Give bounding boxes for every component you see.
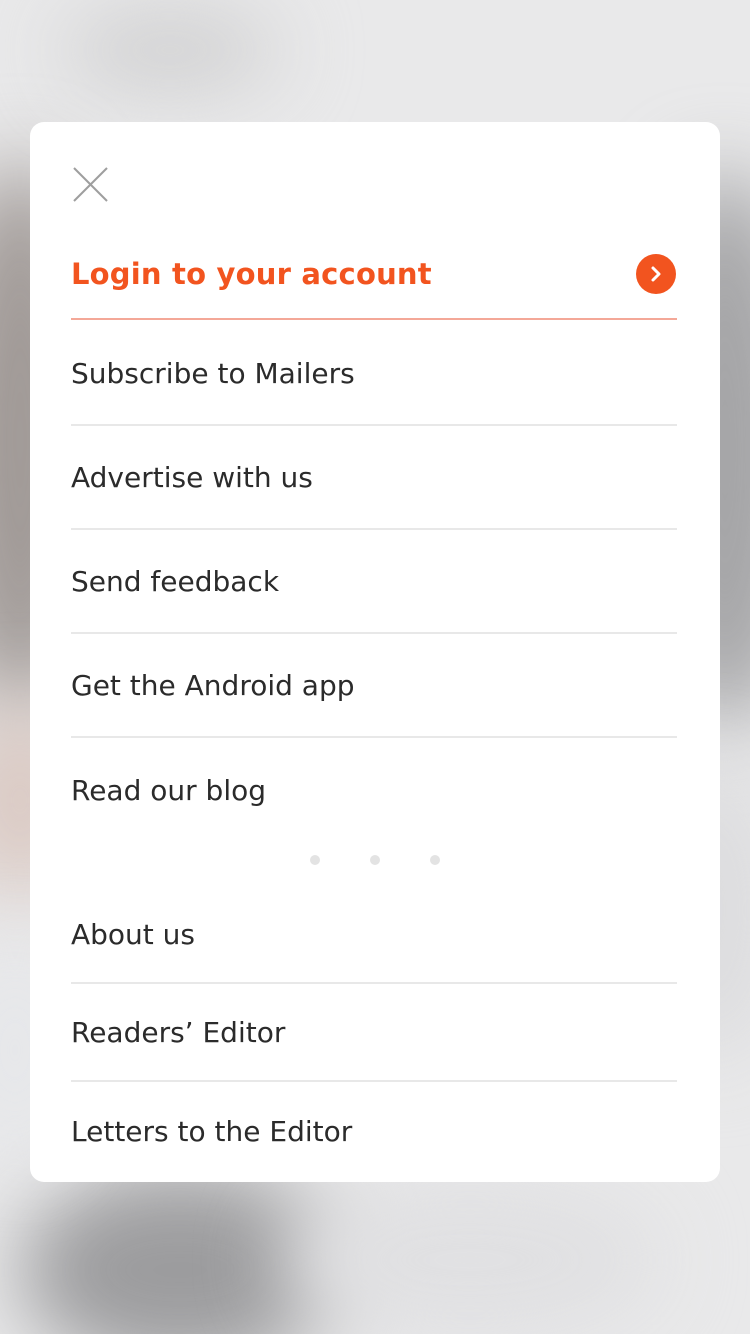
separator-dot [430,855,440,865]
menu-item-label: Subscribe to Mailers [71,356,355,390]
chevron-right-icon [636,254,676,294]
menu-item-letters-to-editor[interactable]: Letters to the Editor [71,1082,677,1180]
menu-item-label: Read our blog [71,773,267,807]
secondary-menu-list: About us Readers’ Editor Letters to the … [71,886,677,1180]
menu-list: Subscribe to Mailers Advertise with us S… [71,322,677,842]
section-separator-dots [30,855,720,865]
separator-dot [310,855,320,865]
close-icon [73,167,108,202]
login-label: Login to your account [71,257,432,291]
menu-item-label: Readers’ Editor [71,1015,286,1049]
menu-item-read-blog[interactable]: Read our blog [71,738,677,842]
menu-item-subscribe-mailers[interactable]: Subscribe to Mailers [71,322,677,426]
separator-dot [370,855,380,865]
menu-panel: Login to your account Subscribe to Maile… [30,122,720,1182]
menu-item-about-us[interactable]: About us [71,886,677,984]
close-button[interactable] [66,160,116,210]
menu-item-label: About us [71,917,196,951]
menu-item-android-app[interactable]: Get the Android app [71,634,677,738]
menu-item-label: Get the Android app [71,668,355,702]
menu-item-label: Advertise with us [71,460,313,494]
menu-item-advertise[interactable]: Advertise with us [71,426,677,530]
menu-item-label: Letters to the Editor [71,1114,353,1148]
menu-item-label: Send feedback [71,564,280,598]
menu-item-send-feedback[interactable]: Send feedback [71,530,677,634]
login-button[interactable]: Login to your account [71,230,677,320]
menu-item-readers-editor[interactable]: Readers’ Editor [71,984,677,1082]
